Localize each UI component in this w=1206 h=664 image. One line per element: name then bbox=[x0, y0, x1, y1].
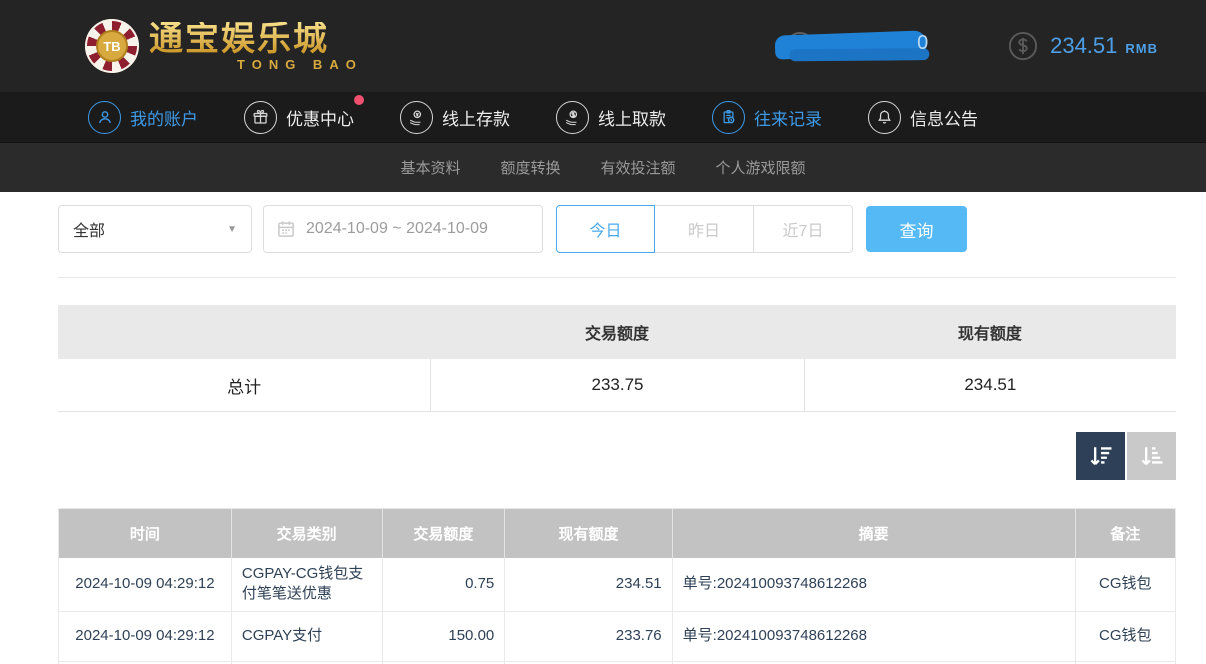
summary-transaction-total: 233.75 bbox=[430, 359, 803, 411]
col-header-note: 备注 bbox=[1074, 509, 1175, 558]
balance-display[interactable]: 234.51 RMB bbox=[1008, 31, 1158, 61]
cell-amount: 150.00 bbox=[381, 611, 505, 661]
cell-note: CG钱包 bbox=[1074, 558, 1175, 611]
username-redaction-scribble bbox=[774, 30, 928, 60]
sort-controls bbox=[58, 432, 1176, 480]
yesterday-button[interactable]: 昨日 bbox=[655, 205, 754, 253]
cell-balance: 233.76 bbox=[504, 611, 671, 661]
nav-item-promotions[interactable]: 优惠中心 bbox=[244, 94, 368, 134]
dollar-circle-icon bbox=[1008, 31, 1038, 61]
sort-descending-button[interactable] bbox=[1076, 432, 1125, 480]
section-divider bbox=[58, 277, 1176, 278]
gift-icon bbox=[244, 100, 277, 134]
calendar-icon bbox=[276, 219, 296, 239]
summary-header-empty bbox=[58, 305, 430, 359]
cell-type: CGPAY-CG钱包支付笔笔送优惠 bbox=[230, 558, 382, 611]
transaction-type-select[interactable]: 全部 ▼ bbox=[58, 205, 252, 253]
balance-amount: 234.51 bbox=[1050, 33, 1118, 58]
cell-time: 2024-10-09 04:29:12 bbox=[75, 626, 215, 644]
summary-total-row: 总计 233.75 234.51 bbox=[58, 359, 1176, 412]
subnav-item-valid-bets[interactable]: 有效投注额 bbox=[601, 157, 676, 178]
main-nav: 我的账户 优惠中心 线上存款 线上取款 往来记录 信息公告 bbox=[0, 92, 1206, 143]
notification-dot bbox=[354, 94, 364, 105]
sort-ascending-icon bbox=[1141, 447, 1162, 465]
bell-icon bbox=[868, 100, 901, 134]
nav-label: 信息公告 bbox=[910, 109, 978, 129]
top-header: TB 通宝娱乐城 TONG BAO 0 234.51 RMB bbox=[0, 0, 1206, 92]
table-row: 2024-10-09 04:29:12 CGPAY-CG钱包支付笔笔送优惠 0.… bbox=[59, 558, 1175, 612]
nav-label: 往来记录 bbox=[754, 109, 822, 129]
subnav-item-game-limits[interactable]: 个人游戏限额 bbox=[716, 157, 806, 178]
date-range-input[interactable]: 2024-10-09 ~ 2024-10-09 bbox=[263, 205, 543, 253]
cell-amount: 0.75 bbox=[381, 558, 505, 611]
cell-summary: 单号:202410093748612268 bbox=[671, 558, 1075, 611]
cell-type: CGPAY支付 bbox=[230, 611, 382, 661]
summary-header-transaction: 交易额度 bbox=[584, 326, 649, 343]
type-select-value: 全部 bbox=[73, 223, 106, 240]
nav-item-announcements[interactable]: 信息公告 bbox=[868, 100, 992, 134]
nav-item-my-account[interactable]: 我的账户 bbox=[88, 100, 212, 134]
deposit-icon bbox=[400, 100, 433, 134]
withdraw-icon bbox=[556, 100, 589, 134]
poker-chip-logo-icon: TB bbox=[85, 19, 139, 73]
account-sub-nav: 基本资料 额度转换 有效投注额 个人游戏限额 bbox=[0, 143, 1206, 192]
nav-item-transaction-records[interactable]: 往来记录 bbox=[712, 100, 836, 134]
summary-header-current: 现有额度 bbox=[957, 326, 1022, 343]
nav-label: 我的账户 bbox=[130, 109, 198, 129]
nav-label: 线上存款 bbox=[442, 109, 510, 129]
last-7-days-button[interactable]: 近7日 bbox=[754, 205, 853, 253]
site-logo[interactable]: TB 通宝娱乐城 TONG BAO bbox=[85, 19, 363, 73]
filter-row: 全部 ▼ 2024-10-09 ~ 2024-10-09 今日 昨日 近7日 查… bbox=[58, 205, 1176, 253]
nav-item-withdraw[interactable]: 线上取款 bbox=[556, 100, 680, 134]
sort-descending-icon bbox=[1090, 447, 1111, 465]
chip-monogram: TB bbox=[96, 30, 128, 62]
cell-time: 2024-10-09 04:29:12 bbox=[75, 575, 215, 593]
date-range-value: 2024-10-09 ~ 2024-10-09 bbox=[306, 220, 488, 237]
col-header-type: 交易类别 bbox=[230, 509, 382, 558]
col-header-balance: 现有额度 bbox=[504, 509, 671, 558]
quick-date-buttons: 今日 昨日 近7日 bbox=[556, 205, 853, 253]
chevron-down-icon: ▼ bbox=[227, 223, 237, 235]
subnav-item-credit-transfer[interactable]: 额度转换 bbox=[500, 157, 560, 178]
username-display[interactable]: 0 bbox=[774, 23, 960, 69]
summary-current-total: 234.51 bbox=[803, 359, 1176, 411]
user-icon bbox=[88, 100, 121, 134]
col-header-summary: 摘要 bbox=[671, 509, 1075, 558]
col-header-amount: 交易额度 bbox=[381, 509, 505, 558]
subnav-item-basic-info[interactable]: 基本资料 bbox=[400, 157, 460, 178]
table-row: 2024-10-09 04:29:12 CGPAY支付 150.00 233.7… bbox=[59, 611, 1175, 662]
sort-ascending-button[interactable] bbox=[1127, 432, 1176, 480]
username-visible-fragment: 0 bbox=[917, 32, 929, 54]
col-header-time: 时间 bbox=[129, 526, 160, 543]
balance-currency: RMB bbox=[1125, 41, 1158, 56]
summary-header-row: 交易额度 现有额度 bbox=[58, 305, 1176, 359]
search-button[interactable]: 查询 bbox=[866, 206, 967, 252]
cell-balance: 234.51 bbox=[504, 558, 671, 611]
cell-summary: 单号:202410093748612268 bbox=[671, 611, 1075, 661]
nav-label: 优惠中心 bbox=[286, 109, 354, 129]
transactions-table: 时间 交易类别 交易额度 现有额度 摘要 备注 2024-10-09 04:29… bbox=[58, 508, 1176, 664]
nav-item-deposit[interactable]: 线上存款 bbox=[400, 100, 524, 134]
table-header-row: 时间 交易类别 交易额度 现有额度 摘要 备注 bbox=[59, 509, 1175, 558]
main-content: 全部 ▼ 2024-10-09 ~ 2024-10-09 今日 昨日 近7日 查… bbox=[0, 205, 1206, 664]
site-subtitle: TONG BAO bbox=[237, 56, 363, 72]
summary-table: 交易额度 现有额度 总计 233.75 234.51 bbox=[58, 305, 1176, 412]
summary-total-label: 总计 bbox=[227, 377, 262, 397]
nav-label: 线上取款 bbox=[598, 109, 666, 129]
cell-note: CG钱包 bbox=[1074, 611, 1175, 661]
records-icon bbox=[712, 100, 745, 134]
site-title: 通宝娱乐城 bbox=[149, 22, 363, 56]
today-button[interactable]: 今日 bbox=[556, 205, 655, 253]
